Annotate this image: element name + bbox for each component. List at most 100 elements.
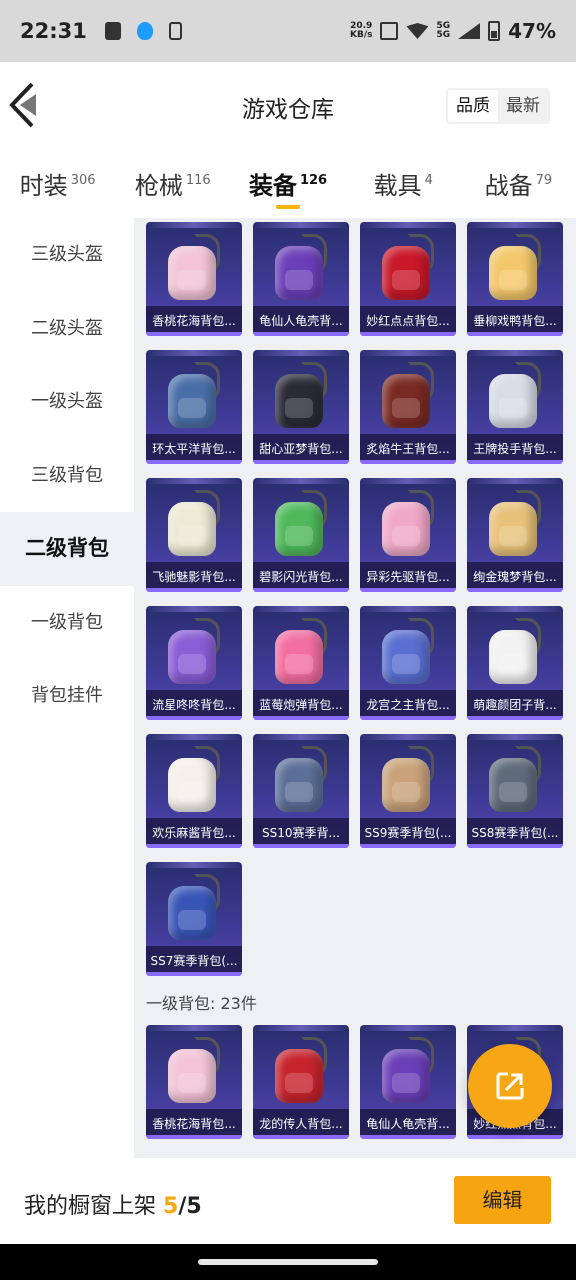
item-card[interactable]: 龟仙人龟壳背... bbox=[253, 222, 349, 336]
item-card[interactable]: 龟仙人龟壳背... bbox=[360, 1025, 456, 1139]
app-header: 游戏仓库 品质 最新 bbox=[0, 62, 576, 148]
backpack-icon bbox=[162, 360, 226, 430]
sidebar-item-helmet-3[interactable]: 三级头盔 bbox=[0, 218, 134, 292]
item-card[interactable]: 龙宫之主背包... bbox=[360, 606, 456, 720]
notification-icon bbox=[104, 22, 121, 40]
nfc-icon bbox=[380, 22, 399, 40]
quality-bar bbox=[146, 1135, 242, 1139]
quality-bar bbox=[467, 716, 563, 720]
item-card[interactable]: 绚金瑰梦背包... bbox=[467, 478, 563, 592]
backpack-icon bbox=[269, 360, 333, 430]
item-card[interactable]: SS7赛季背包(... bbox=[146, 862, 242, 976]
edit-button[interactable]: 编辑 bbox=[454, 1176, 551, 1224]
item-card[interactable]: 欢乐麻酱背包... bbox=[146, 734, 242, 848]
quality-bar bbox=[467, 844, 563, 848]
share-arrow-icon bbox=[496, 1072, 524, 1100]
item-grid-level2: 香桃花海背包... 龟仙人龟壳背... 妙红点点背包... 垂柳戏鸭背包... 环太平洋… bbox=[146, 222, 570, 976]
backpack-icon bbox=[269, 488, 333, 558]
backpack-icon bbox=[162, 744, 226, 814]
showcase-status: 我的橱窗上架 5/5 bbox=[24, 1194, 202, 1219]
quality-bar bbox=[253, 844, 349, 848]
backpack-icon bbox=[269, 616, 333, 686]
item-grid-area[interactable]: 香桃花海背包... 龟仙人龟壳背... 妙红点点背包... 垂柳戏鸭背包... 环太平洋… bbox=[134, 218, 576, 1158]
item-card[interactable]: SS10赛季背... bbox=[253, 734, 349, 848]
backpack-icon bbox=[483, 232, 547, 302]
system-nav-bar bbox=[0, 1244, 576, 1280]
item-card[interactable]: 蓝莓炮弹背包... bbox=[253, 606, 349, 720]
quality-bar bbox=[253, 460, 349, 464]
sidebar-item-backpack-2[interactable]: 二级背包 bbox=[0, 512, 134, 586]
battery-percent: 47% bbox=[508, 19, 556, 43]
quality-bar bbox=[360, 1135, 456, 1139]
backpack-icon bbox=[376, 360, 440, 430]
sidebar-item-helmet-2[interactable]: 二级头盔 bbox=[0, 292, 134, 366]
item-card[interactable]: 碧影闪光背包... bbox=[253, 478, 349, 592]
tab-guns[interactable]: 枪械 116 bbox=[115, 148, 230, 218]
quality-bar bbox=[467, 588, 563, 592]
quality-bar bbox=[253, 588, 349, 592]
section-label-level1: 一级背包: 23件 bbox=[146, 994, 257, 1013]
item-card[interactable]: SS9赛季背包(... bbox=[360, 734, 456, 848]
item-card[interactable]: SS8赛季背包(... bbox=[467, 734, 563, 848]
network-speed: 20.9 KB/s bbox=[349, 21, 373, 40]
backpack-icon bbox=[162, 232, 226, 302]
item-card[interactable]: 环太平洋背包... bbox=[146, 350, 242, 464]
backpack-icon bbox=[269, 1035, 333, 1105]
backpack-icon bbox=[483, 616, 547, 686]
quality-bar bbox=[146, 460, 242, 464]
backpack-icon bbox=[376, 744, 440, 814]
sidebar-item-backpack-charm[interactable]: 背包挂件 bbox=[0, 659, 134, 733]
tab-fashion[interactable]: 时装 306 bbox=[0, 148, 115, 218]
home-gesture-bar[interactable] bbox=[198, 1259, 378, 1265]
status-bar: 22:31 20.9 KB/s 5G 5G 47% bbox=[0, 0, 576, 62]
status-time: 22:31 bbox=[20, 19, 87, 43]
tab-vehicles[interactable]: 载具 4 bbox=[346, 148, 461, 218]
item-card[interactable]: 香桃花海背包... bbox=[146, 222, 242, 336]
network-type: 5G 5G bbox=[436, 21, 451, 40]
quality-bar bbox=[467, 460, 563, 464]
item-card[interactable]: 异彩先驱背包... bbox=[360, 478, 456, 592]
item-card[interactable]: 甜心亚梦背包... bbox=[253, 350, 349, 464]
quality-bar bbox=[360, 844, 456, 848]
item-card[interactable]: 龙的传人背包... bbox=[253, 1025, 349, 1139]
tab-equipment[interactable]: 装备 126 bbox=[230, 148, 345, 218]
quality-bar bbox=[253, 332, 349, 336]
app-notification-icon bbox=[136, 22, 153, 40]
item-card[interactable]: 香桃花海背包... bbox=[146, 1025, 242, 1139]
sidebar-item-backpack-3[interactable]: 三级背包 bbox=[0, 439, 134, 513]
item-card[interactable]: 萌趣颜团子背... bbox=[467, 606, 563, 720]
quality-bar bbox=[467, 1135, 563, 1139]
backpack-icon bbox=[483, 360, 547, 430]
quality-bar bbox=[146, 844, 242, 848]
phone-notification-icon bbox=[168, 22, 182, 40]
signal-icon bbox=[458, 23, 481, 39]
item-card[interactable]: 王牌投手背包... bbox=[467, 350, 563, 464]
item-card[interactable]: 垂柳戏鸭背包... bbox=[467, 222, 563, 336]
quality-bar bbox=[146, 972, 242, 976]
item-card[interactable]: 流星咚咚背包... bbox=[146, 606, 242, 720]
share-fab-button[interactable] bbox=[468, 1044, 552, 1128]
active-tab-indicator bbox=[276, 205, 300, 209]
quality-bar bbox=[360, 588, 456, 592]
battery-icon bbox=[488, 21, 501, 41]
item-card[interactable]: 妙红点点背包... bbox=[360, 222, 456, 336]
quality-bar bbox=[146, 588, 242, 592]
showcase-count: 5/5 bbox=[163, 1194, 202, 1219]
quality-bar bbox=[360, 716, 456, 720]
showcase-bar: 我的橱窗上架 5/5 编辑 bbox=[0, 1158, 576, 1244]
quality-bar bbox=[146, 332, 242, 336]
category-tabs: 时装 306 枪械 116 装备 126 载具 4 战备 79 bbox=[0, 148, 576, 218]
sort-toggle: 品质 最新 bbox=[446, 88, 550, 124]
sidebar-item-backpack-1[interactable]: 一级背包 bbox=[0, 586, 134, 660]
tab-battle-supplies[interactable]: 战备 79 bbox=[461, 148, 576, 218]
item-card[interactable]: 炙焰牛王背包... bbox=[360, 350, 456, 464]
sidebar-item-helmet-1[interactable]: 一级头盔 bbox=[0, 365, 134, 439]
backpack-icon bbox=[162, 872, 226, 942]
wifi-icon bbox=[406, 23, 429, 39]
item-card[interactable]: 飞驰魅影背包... bbox=[146, 478, 242, 592]
backpack-icon bbox=[162, 488, 226, 558]
sort-quality-button[interactable]: 品质 bbox=[448, 90, 498, 122]
quality-bar bbox=[360, 332, 456, 336]
sort-newest-button[interactable]: 最新 bbox=[498, 90, 548, 122]
quality-bar bbox=[253, 1135, 349, 1139]
